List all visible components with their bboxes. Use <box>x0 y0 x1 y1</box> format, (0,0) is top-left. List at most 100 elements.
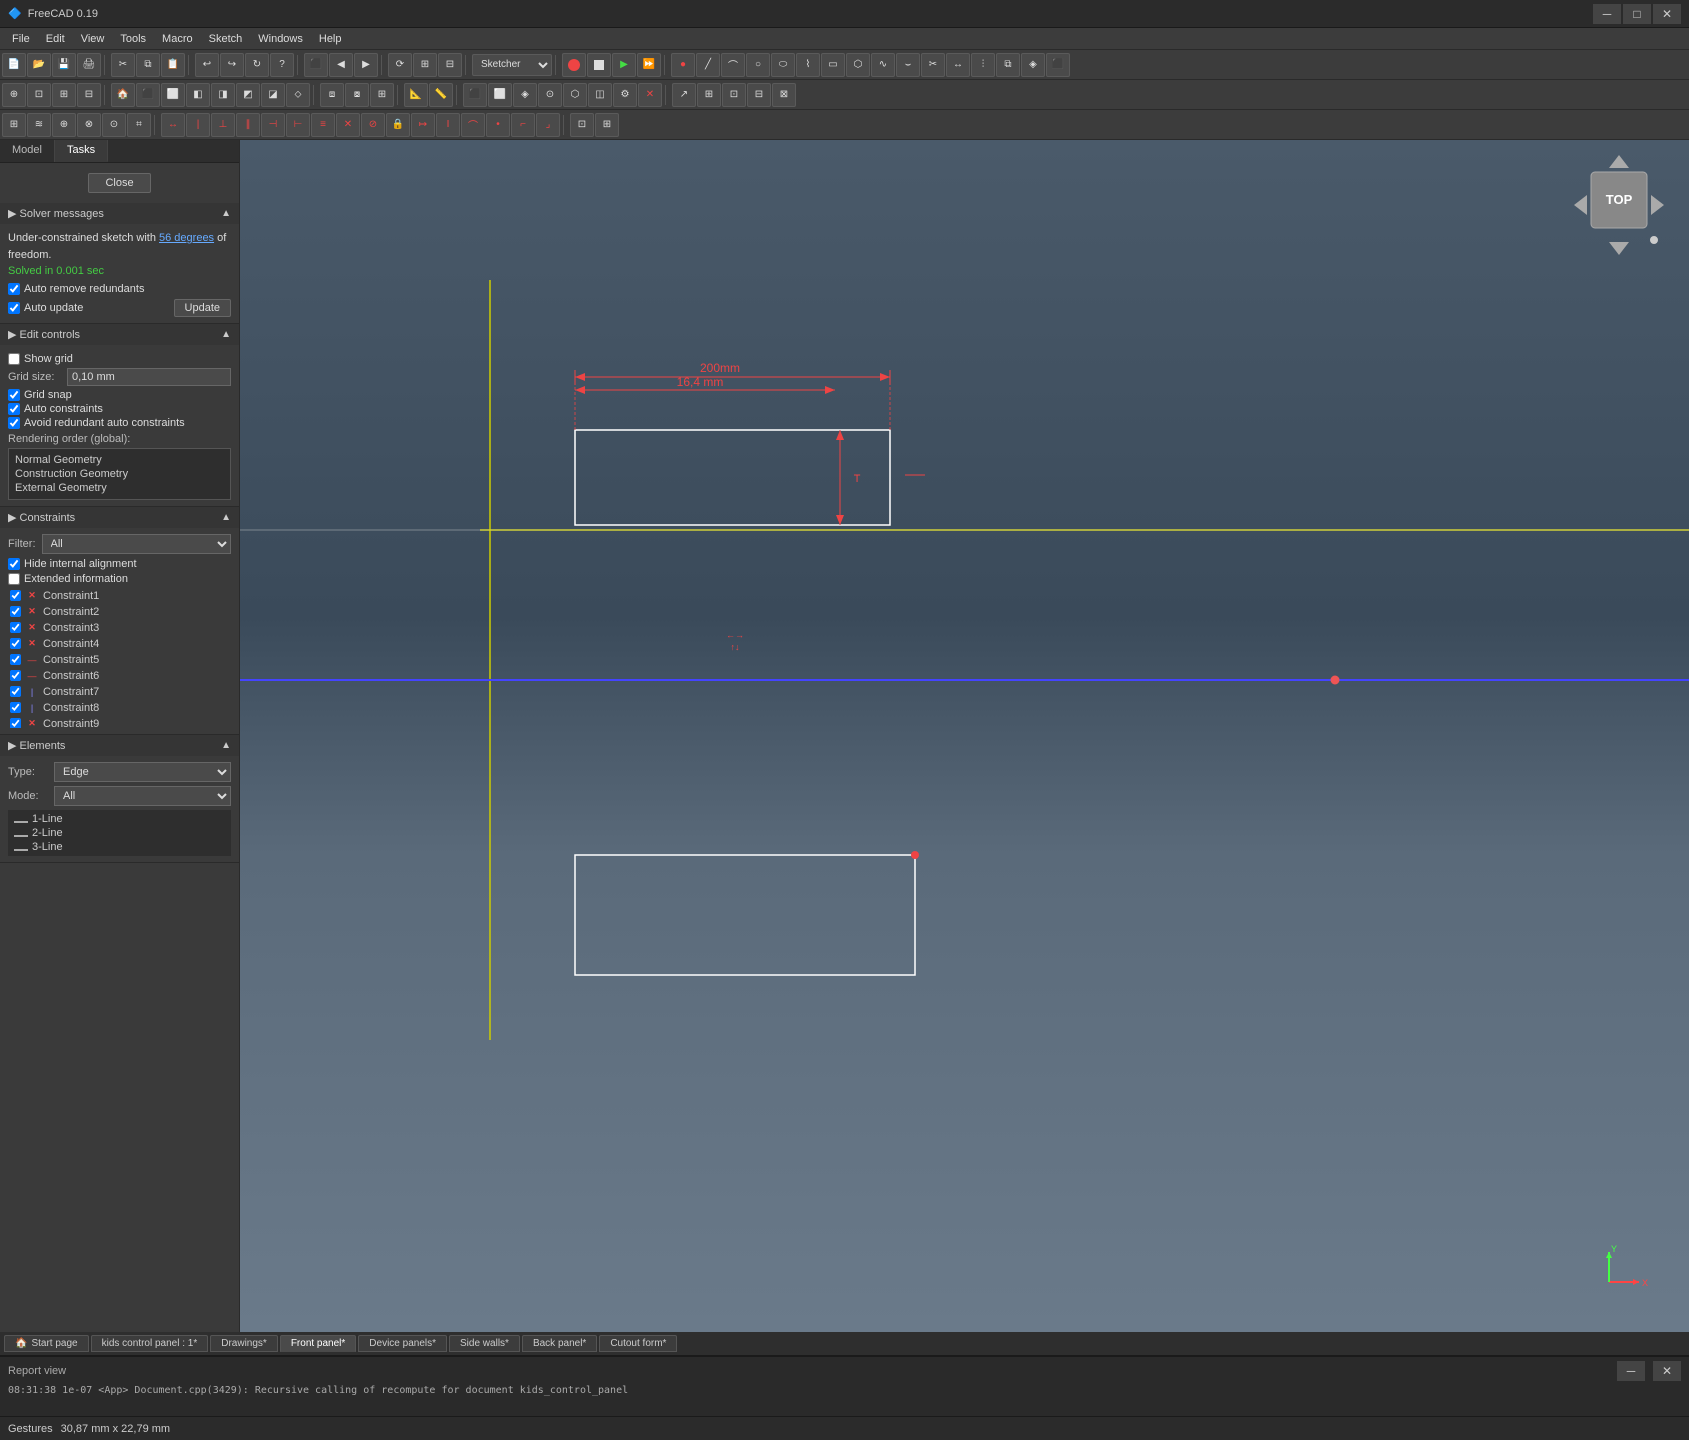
part-btn4[interactable]: ⊙ <box>538 83 562 107</box>
part-btn1[interactable]: ⬛ <box>463 83 487 107</box>
ff-btn[interactable]: ⏩ <box>637 53 661 77</box>
trim-btn[interactable]: ✂ <box>921 53 945 77</box>
tab-start-page[interactable]: 🏠 Start page <box>4 1335 89 1352</box>
zoom-sel-btn[interactable]: ⊞ <box>52 83 76 107</box>
c2-checkbox[interactable] <box>10 606 21 617</box>
maximize-button[interactable]: □ <box>1623 4 1651 24</box>
play-btn[interactable]: ▶ <box>612 53 636 77</box>
tab-drawings[interactable]: Drawings* <box>210 1335 278 1352</box>
report-close-button[interactable]: ✕ <box>1653 1361 1681 1381</box>
std-view-btn3[interactable]: ⊞ <box>370 83 394 107</box>
constr-btn2[interactable]: ≋ <box>27 113 51 137</box>
view-left[interactable]: ◨ <box>211 83 235 107</box>
edit-controls-header[interactable]: ▶ Edit controls ▲ <box>0 324 239 345</box>
constraints-header[interactable]: ▶ Constraints ▲ <box>0 507 239 528</box>
menu-help[interactable]: Help <box>311 31 350 47</box>
new-button[interactable]: 📄 <box>2 53 26 77</box>
std-view-btn1[interactable]: ⧈ <box>320 83 344 107</box>
viewport[interactable]: TOP 20 <box>240 140 1689 1332</box>
arc-btn[interactable]: ⌒ <box>721 53 745 77</box>
dim-btn1[interactable]: ↔ <box>161 113 185 137</box>
report-minimize-button[interactable]: ─ <box>1617 1361 1645 1381</box>
print-button[interactable]: 🖨 <box>77 53 101 77</box>
view-front[interactable]: ⬛ <box>136 83 160 107</box>
measure-btn2[interactable]: 📏 <box>429 83 453 107</box>
view-home[interactable]: 🏠 <box>111 83 135 107</box>
workbench-dropdown[interactable]: Sketcher <box>472 54 552 76</box>
type-select[interactable]: Edge <box>54 762 231 782</box>
circle-btn[interactable]: ○ <box>746 53 770 77</box>
line-btn[interactable]: ╱ <box>696 53 720 77</box>
extended-info-checkbox[interactable] <box>8 573 20 585</box>
undo-button[interactable]: ↩ <box>195 53 219 77</box>
part-btn2[interactable]: ⬜ <box>488 83 512 107</box>
constr-btn5[interactable]: ⊙ <box>102 113 126 137</box>
dim-btn7[interactable]: ≡ <box>311 113 335 137</box>
dim-btn3[interactable]: ⊥ <box>211 113 235 137</box>
dim-btn9[interactable]: ⊘ <box>361 113 385 137</box>
synch-btn[interactable]: ⟳ <box>388 53 412 77</box>
view-persp[interactable]: ⬦ <box>286 83 310 107</box>
mode-select[interactable]: All <box>54 786 231 806</box>
auto-remove-checkbox[interactable] <box>8 283 20 295</box>
extra-btn3[interactable]: ⊡ <box>722 83 746 107</box>
constr-btn4[interactable]: ⊗ <box>77 113 101 137</box>
view3d-btn[interactable]: ⊕ <box>2 83 26 107</box>
dim-btn11[interactable]: ↦ <box>411 113 435 137</box>
open-button[interactable]: 📂 <box>27 53 51 77</box>
view-rear[interactable]: ◩ <box>236 83 260 107</box>
update-button[interactable]: Update <box>174 299 231 317</box>
close-panel-button[interactable]: Close <box>88 173 150 193</box>
c6-checkbox[interactable] <box>10 670 21 681</box>
view-top[interactable]: ⬜ <box>161 83 185 107</box>
measure-btn1[interactable]: 📐 <box>404 83 428 107</box>
dim-btn5[interactable]: ⊣ <box>261 113 285 137</box>
constr-btn3[interactable]: ⊕ <box>52 113 76 137</box>
dim-btn15[interactable]: ⌐ <box>511 113 535 137</box>
nav-btn3[interactable]: ▶ <box>354 53 378 77</box>
dim-btn4[interactable]: ∥ <box>236 113 260 137</box>
carbon-btn[interactable]: ◈ <box>1021 53 1045 77</box>
c3-checkbox[interactable] <box>10 622 21 633</box>
constr-btn6[interactable]: ⌗ <box>127 113 151 137</box>
menu-macro[interactable]: Macro <box>154 31 201 47</box>
extra-btn4[interactable]: ⊟ <box>747 83 771 107</box>
sketch-btn2[interactable]: ⊞ <box>595 113 619 137</box>
point-btn[interactable]: ● <box>671 53 695 77</box>
tab-front-panel[interactable]: Front panel* <box>280 1335 356 1352</box>
ellipse-btn[interactable]: ⬭ <box>771 53 795 77</box>
extend-btn[interactable]: ↔ <box>946 53 970 77</box>
part-btn7[interactable]: ⚙ <box>613 83 637 107</box>
close-doc-btn[interactable]: ✕ <box>638 83 662 107</box>
view-btn1[interactable]: ⊞ <box>413 53 437 77</box>
c5-checkbox[interactable] <box>10 654 21 665</box>
tab-back-panel[interactable]: Back panel* <box>522 1335 597 1352</box>
spline-btn[interactable]: ∿ <box>871 53 895 77</box>
menu-tools[interactable]: Tools <box>112 31 154 47</box>
dim-btn8[interactable]: ✕ <box>336 113 360 137</box>
sketch-btn1[interactable]: ⊡ <box>570 113 594 137</box>
view-bottom[interactable]: ◪ <box>261 83 285 107</box>
stop-sketch-btn[interactable] <box>562 53 586 77</box>
tab-tasks[interactable]: Tasks <box>55 140 108 162</box>
constr-mode-btn[interactable]: ⬛ <box>1046 53 1070 77</box>
hide-internal-checkbox[interactable] <box>8 558 20 570</box>
extra-btn2[interactable]: ⊞ <box>697 83 721 107</box>
tab-cutout-form[interactable]: Cutout form* <box>599 1335 677 1352</box>
auto-constraints-checkbox[interactable] <box>8 403 20 415</box>
c9-checkbox[interactable] <box>10 718 21 728</box>
dim-btn2[interactable]: | <box>186 113 210 137</box>
rect-btn[interactable]: ▭ <box>821 53 845 77</box>
help-btn[interactable]: ? <box>270 53 294 77</box>
dim-btn6[interactable]: ⊢ <box>286 113 310 137</box>
zoom-all-btn[interactable]: ⊡ <box>27 83 51 107</box>
dim-btn14[interactable]: • <box>486 113 510 137</box>
tab-device-panels[interactable]: Device panels* <box>358 1335 447 1352</box>
nav-btn1[interactable]: ⬛ <box>304 53 328 77</box>
polygon-btn[interactable]: ⬡ <box>846 53 870 77</box>
elements-header[interactable]: ▶ Elements ▲ <box>0 735 239 756</box>
view-btn2[interactable]: ⊟ <box>438 53 462 77</box>
nav-cube[interactable]: TOP <box>1569 150 1669 260</box>
extra-btn5[interactable]: ⊠ <box>772 83 796 107</box>
copy-button[interactable]: ⧉ <box>136 53 160 77</box>
